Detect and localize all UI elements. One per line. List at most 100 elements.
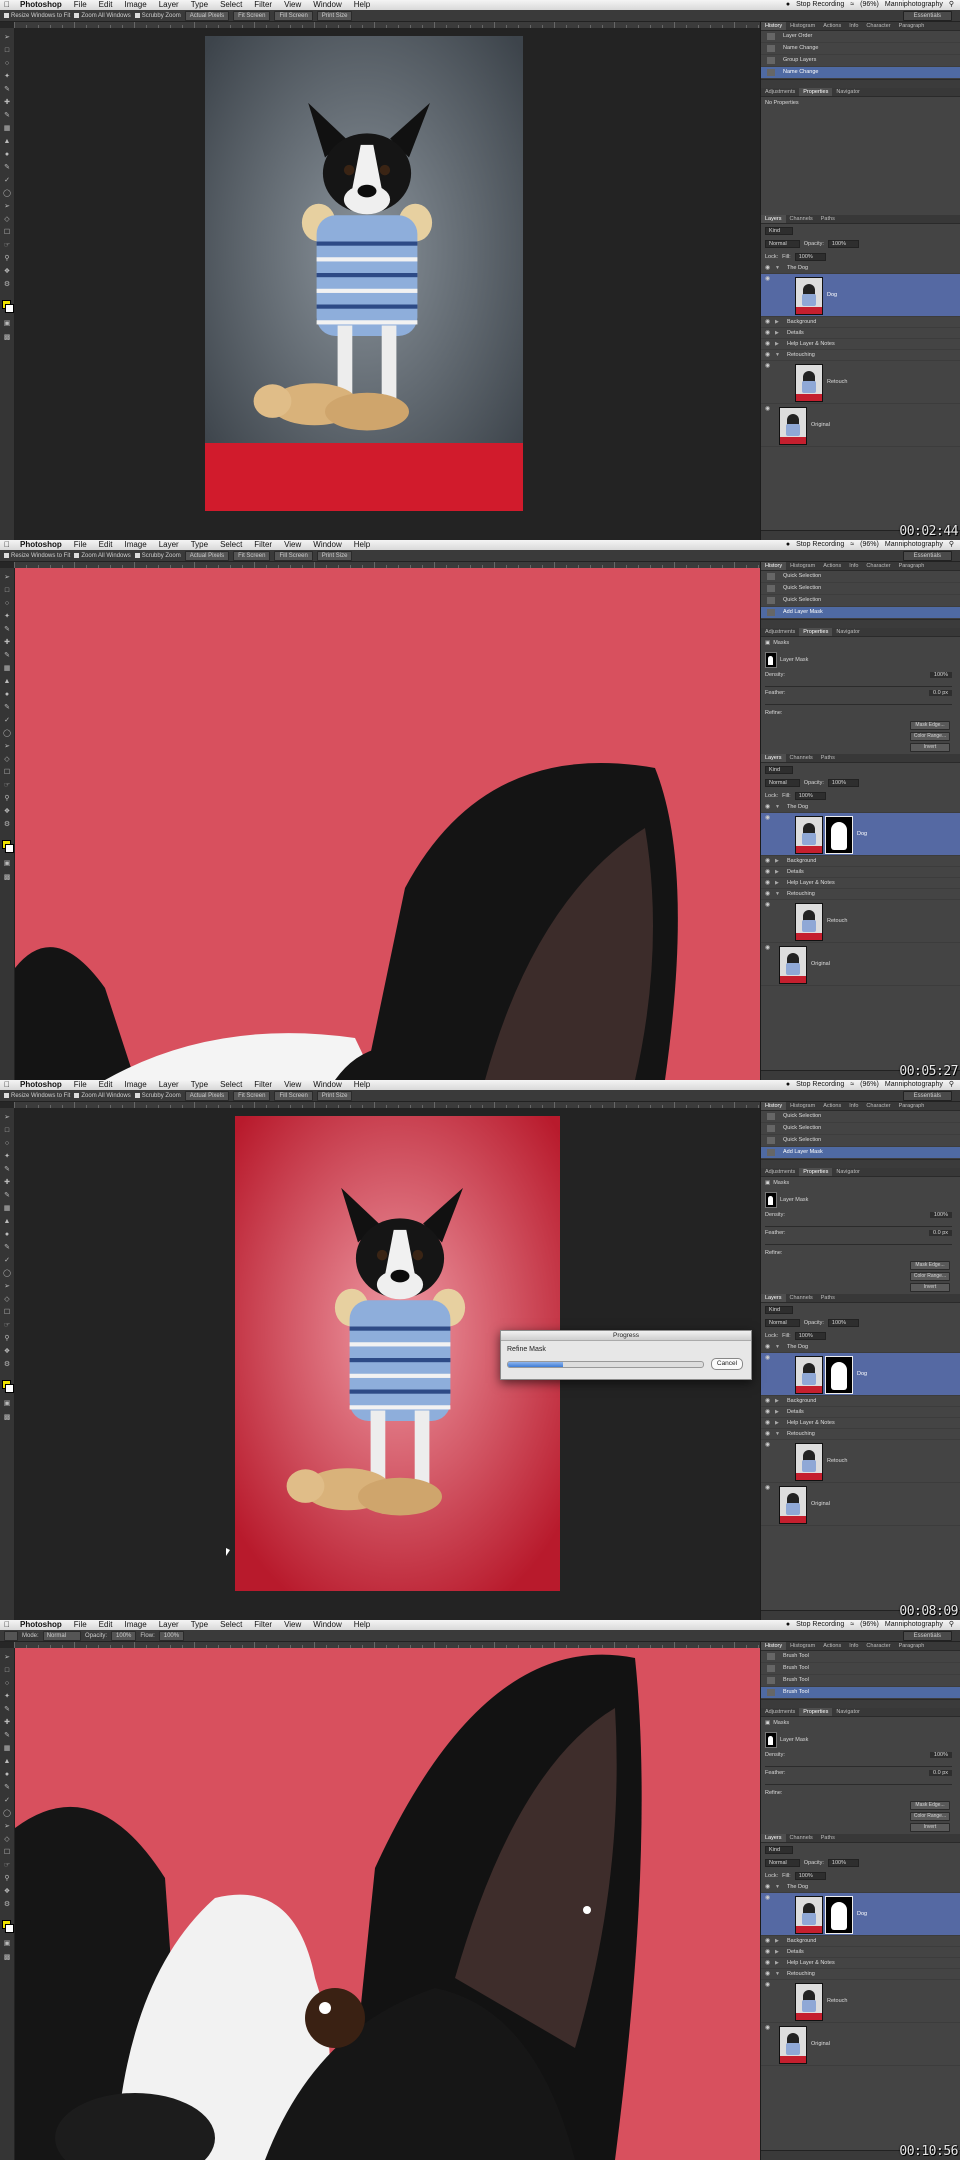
shape-tool-icon[interactable]: ⚲ xyxy=(3,255,11,263)
menu-window[interactable]: Window xyxy=(307,540,347,550)
history-state[interactable]: Brush Tool xyxy=(761,1663,960,1675)
history-state[interactable]: Brush Tool xyxy=(761,1687,960,1699)
tab-top-5[interactable]: Paragraph xyxy=(895,562,929,570)
visibility-eye-icon[interactable]: ◉ xyxy=(765,869,770,875)
menu-type[interactable]: Type xyxy=(185,0,214,10)
wifi-icon[interactable]: ≈ xyxy=(850,540,854,550)
history-state[interactable]: Layer Order xyxy=(761,31,960,43)
visibility-eye-icon[interactable]: ◉ xyxy=(765,1884,770,1890)
fit-screen-button[interactable]: Fit Screen xyxy=(233,1090,271,1101)
density-track[interactable] xyxy=(765,686,952,687)
background-color-swatch[interactable] xyxy=(5,1924,14,1933)
layer-group-details[interactable]: ◉ ▶ Details xyxy=(761,328,960,339)
feather-value[interactable]: 0.0 px xyxy=(929,1770,952,1776)
menu-help[interactable]: Help xyxy=(348,540,376,550)
apple-icon[interactable]:  xyxy=(0,0,14,10)
eyedropper-icon[interactable]: ✚ xyxy=(3,639,11,647)
tab-top-1[interactable]: Histogram xyxy=(786,562,819,570)
marquee-tool-icon[interactable]: □ xyxy=(3,1127,11,1135)
opacity-field[interactable]: 100% xyxy=(827,778,859,787)
feather-value[interactable]: 0.0 px xyxy=(929,690,952,696)
history-state[interactable]: Group Layers xyxy=(761,55,960,67)
tab-mid-0[interactable]: Adjustments xyxy=(761,1708,799,1716)
disclosure-triangle-icon[interactable]: ▶ xyxy=(775,1936,779,1946)
tab-layers-2[interactable]: Paths xyxy=(817,215,839,223)
menu-window[interactable]: Window xyxy=(307,1080,347,1090)
blend-mode-select[interactable]: Normal xyxy=(765,1858,800,1867)
tab-layers-0[interactable]: Layers xyxy=(761,1294,786,1302)
pen-tool-icon[interactable]: ◇ xyxy=(3,1836,11,1844)
history-state[interactable]: Add Layer Mask xyxy=(761,607,960,619)
quick-selection-icon[interactable]: ✦ xyxy=(3,1693,11,1701)
menu-view[interactable]: View xyxy=(278,1620,307,1630)
menu-filter[interactable]: Filter xyxy=(248,1080,278,1090)
checkbox-box[interactable] xyxy=(74,1093,80,1098)
pen-tool-icon[interactable]: ◇ xyxy=(3,756,11,764)
path-selection-icon[interactable]: ☞ xyxy=(3,1322,11,1330)
tab-layers-1[interactable]: Channels xyxy=(786,754,817,762)
layer-group-help[interactable]: ◉ ▶ Help Layer & Notes xyxy=(761,339,960,350)
opacity-field[interactable]: 100% xyxy=(827,1858,859,1867)
brush-tool-icon[interactable]: ▦ xyxy=(3,665,11,673)
kind-filter[interactable]: Kind xyxy=(765,765,794,774)
crop-tool-icon[interactable]: ✎ xyxy=(3,1166,11,1174)
checkbox-box[interactable] xyxy=(4,13,9,18)
actual-pixels-button[interactable]: Actual Pixels xyxy=(184,550,230,561)
search-icon[interactable]: ⚲ xyxy=(949,0,954,10)
blend-mode-select[interactable]: Normal xyxy=(765,778,800,787)
lasso-tool-icon[interactable]: ○ xyxy=(3,60,11,68)
clone-stamp-icon[interactable]: ▲ xyxy=(3,138,11,146)
menu-help[interactable]: Help xyxy=(348,1080,376,1090)
visibility-eye-icon[interactable]: ◉ xyxy=(765,363,770,369)
brush-tool-icon[interactable]: ▦ xyxy=(3,125,11,133)
tab-top-2[interactable]: Actions xyxy=(819,22,845,30)
tab-top-0[interactable]: History xyxy=(761,1642,787,1650)
menu-select[interactable]: Select xyxy=(214,1080,248,1090)
feather-track[interactable] xyxy=(765,1244,952,1245)
disclosure-triangle-icon[interactable]: ▶ xyxy=(775,1958,779,1968)
checkbox-box[interactable] xyxy=(134,553,140,558)
menu-type[interactable]: Type xyxy=(185,1620,214,1630)
path-selection-icon[interactable]: ☞ xyxy=(3,782,11,790)
tab-mid-2[interactable]: Navigator xyxy=(832,1708,864,1716)
menu-filter[interactable]: Filter xyxy=(248,0,278,10)
quick-selection-icon[interactable]: ✦ xyxy=(3,613,11,621)
blur-tool-icon[interactable]: ◯ xyxy=(3,190,11,198)
disclosure-triangle-icon[interactable]: ▼ xyxy=(775,1429,780,1439)
path-selection-icon[interactable]: ☞ xyxy=(3,242,11,250)
disclosure-triangle-icon[interactable]: ▶ xyxy=(775,1418,779,1428)
visibility-eye-icon[interactable]: ◉ xyxy=(765,1431,770,1437)
tab-mid-2[interactable]: Navigator xyxy=(832,628,864,636)
disclosure-triangle-icon[interactable]: ▶ xyxy=(775,317,779,327)
move-tool-icon[interactable]: ➢ xyxy=(3,574,11,582)
layer-original[interactable]: ◉ Original xyxy=(761,1483,960,1526)
flow-field[interactable]: 100% xyxy=(158,1630,185,1641)
history-state[interactable]: Quick Selection xyxy=(761,571,960,583)
actual-pixels-button[interactable]: Actual Pixels xyxy=(184,1090,230,1101)
tab-top-3[interactable]: Info xyxy=(845,562,862,570)
feather-slider[interactable]: Feather: 0.0 px xyxy=(761,689,960,707)
eraser-icon[interactable]: ✎ xyxy=(3,1784,11,1792)
menu-layer[interactable]: Layer xyxy=(153,540,185,550)
visibility-eye-icon[interactable]: ◉ xyxy=(765,265,770,271)
disclosure-triangle-icon[interactable]: ▶ xyxy=(775,1396,779,1406)
disclosure-triangle-icon[interactable]: ▶ xyxy=(775,1407,779,1417)
healing-brush-icon[interactable]: ✎ xyxy=(3,652,11,660)
tab-layers-2[interactable]: Paths xyxy=(817,754,839,762)
tab-mid-1[interactable]: Properties xyxy=(799,88,833,96)
checkbox-box[interactable] xyxy=(4,1093,9,1098)
tab-top-3[interactable]: Info xyxy=(845,22,862,30)
history-brush-icon[interactable]: ● xyxy=(3,1231,11,1239)
user-name[interactable]: Manniphotography xyxy=(885,1080,943,1090)
cancel-button[interactable]: Cancel xyxy=(711,1358,743,1370)
feather-track[interactable] xyxy=(765,704,952,705)
density-track[interactable] xyxy=(765,1766,952,1767)
checkbox-zoom-all[interactable]: Zoom All Windows xyxy=(74,1093,131,1099)
density-slider[interactable]: Density: 100% xyxy=(761,1211,960,1229)
density-slider[interactable]: Density: 100% xyxy=(761,671,960,689)
crop-tool-icon[interactable]: ✎ xyxy=(3,86,11,94)
visibility-eye-icon[interactable]: ◉ xyxy=(765,319,770,325)
move-tool-icon[interactable]: ➢ xyxy=(3,34,11,42)
mask-edge-button[interactable]: Mask Edge... xyxy=(910,721,950,730)
lasso-tool-icon[interactable]: ○ xyxy=(3,1680,11,1688)
